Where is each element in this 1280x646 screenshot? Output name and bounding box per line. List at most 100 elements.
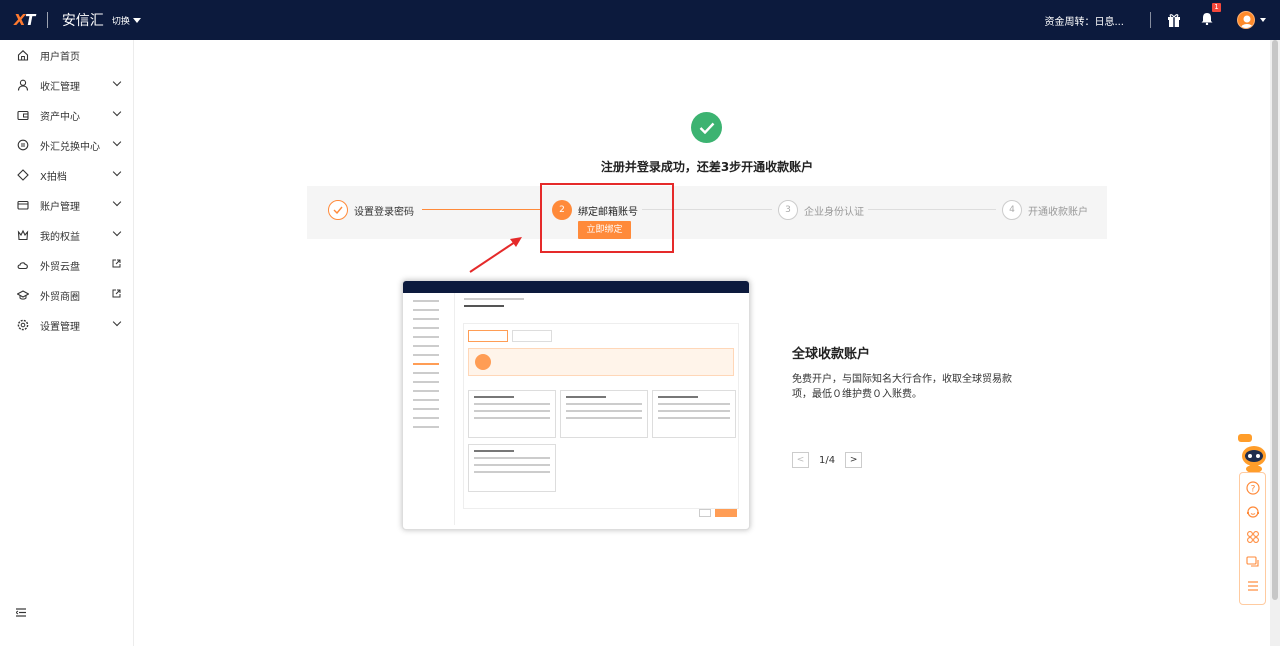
chevron-down-icon — [112, 227, 122, 237]
onboarding-steps: 设置登录密码 2 绑定邮箱账号 3 企业身份认证 4 开通收款账户 立即绑定 — [307, 186, 1107, 239]
top-navigation-bar: XT 安信汇 切换 资金周转：日息... 1 — [0, 0, 1280, 40]
mascot-icon[interactable] — [1238, 434, 1268, 477]
external-link-icon — [112, 289, 121, 301]
step-label: 绑定邮箱账号 — [578, 206, 638, 218]
sidebar-item-label: 设置管理 — [40, 321, 80, 333]
sidebar-item-label: 外汇兑换中心 — [40, 141, 100, 153]
page-scrollbar[interactable] — [1270, 40, 1280, 646]
caret-down-icon — [1260, 18, 1266, 22]
wallet-icon — [17, 109, 29, 121]
step-line-todo — [642, 209, 772, 210]
bind-now-button[interactable]: 立即绑定 — [578, 221, 631, 239]
feature-title: 全球收款账户 — [792, 347, 871, 362]
scrollbar-thumb[interactable] — [1272, 40, 1278, 600]
main-content: 注册并登录成功，还差3步开通收款账户 设置登录密码 2 绑定邮箱账号 3 企业身… — [134, 40, 1270, 646]
sidebar-item-label: 外贸商圈 — [40, 291, 80, 303]
home-icon — [17, 49, 29, 61]
chevron-down-icon — [112, 77, 122, 87]
feature-description: 免费开户，与国际知名大行合作，收取全球贸易款项，最低０维护费０入账费。 — [792, 374, 1012, 400]
user-menu[interactable] — [1237, 11, 1266, 29]
caret-down-icon — [132, 17, 141, 23]
avatar — [1237, 11, 1255, 29]
chevron-down-icon — [112, 137, 122, 147]
preview-sidebar — [407, 293, 455, 525]
exchange-icon — [17, 139, 29, 151]
sidebar-item-settings[interactable]: 设置管理 — [0, 310, 133, 340]
annotation-arrow-icon — [469, 237, 522, 273]
crown-icon — [17, 229, 29, 241]
sidebar-item-benefits[interactable]: 我的权益 — [0, 220, 133, 250]
step-open-account: 4 开通收款账户 — [1002, 200, 1088, 220]
gift-icon[interactable] — [1167, 13, 1181, 27]
success-title: 注册并登录成功，还差3步开通收款账户 — [600, 160, 814, 174]
sidebar-item-assets[interactable]: 资产中心 — [0, 100, 133, 130]
sidebar-item-cloud[interactable]: 外贸云盘 — [0, 250, 133, 280]
chevron-down-icon — [112, 167, 122, 177]
check-icon — [328, 200, 348, 220]
preview-body — [459, 293, 743, 525]
feature-pager: < 1/4 > — [792, 452, 863, 468]
sidebar-item-label: 外贸云盘 — [40, 261, 80, 273]
chat-icon[interactable] — [1245, 555, 1260, 572]
svg-text:?: ? — [1250, 484, 1255, 494]
step-label: 开通收款账户 — [1028, 206, 1088, 218]
chevron-down-icon — [112, 197, 122, 207]
bell-icon — [1201, 13, 1213, 26]
step-bind-email: 2 绑定邮箱账号 — [552, 200, 638, 220]
switch-label: 切换 — [111, 16, 130, 27]
preview-header — [403, 281, 749, 293]
sidebar-item-label: 资产中心 — [40, 111, 80, 123]
sidebar-item-xpartner[interactable]: X拍档 — [0, 160, 133, 190]
logo-t: T — [25, 11, 35, 29]
sidebar-item-account[interactable]: 账户管理 — [0, 190, 133, 220]
graduation-icon — [17, 289, 29, 301]
step-set-password: 设置登录密码 — [328, 200, 414, 220]
floating-toolbar: ? — [1239, 472, 1266, 605]
logo-x: X — [14, 11, 26, 29]
step-line-todo — [868, 209, 996, 210]
step-number: 4 — [1002, 200, 1022, 220]
prev-arrow: < — [796, 455, 805, 465]
customer-service-icon[interactable] — [1246, 505, 1260, 522]
external-link-icon — [112, 259, 121, 271]
header-actions: 资金周转：日息... 1 — [1044, 0, 1280, 40]
chevron-down-icon — [112, 107, 122, 117]
brand-name: 安信汇 — [61, 13, 104, 29]
cloud-icon — [17, 259, 29, 271]
step-enterprise-auth: 3 企业身份认证 — [778, 200, 864, 220]
sidebar-item-label: 收汇管理 — [40, 81, 80, 93]
collapse-sidebar-button[interactable] — [15, 606, 26, 620]
step-label: 企业身份认证 — [804, 206, 864, 218]
tag-icon — [17, 169, 29, 181]
switch-account-button[interactable]: 切换 — [112, 14, 141, 27]
notification-button[interactable]: 1 — [1201, 3, 1221, 28]
pager-next-button[interactable]: > — [845, 452, 863, 468]
fund-transfer-link[interactable]: 资金周转：日息... — [1044, 13, 1124, 28]
brand-logo[interactable]: XT — [14, 11, 35, 29]
help-icon[interactable]: ? — [1245, 481, 1260, 498]
sidebar-item-label: 账户管理 — [40, 201, 80, 213]
step-line-done — [422, 209, 542, 210]
apps-grid-icon[interactable] — [1246, 530, 1260, 547]
brand-separator — [46, 12, 48, 28]
sidebar-item-exchange[interactable]: 外汇兑换中心 — [0, 130, 133, 160]
header-separator — [1150, 12, 1151, 28]
sidebar-item-label: X拍档 — [40, 171, 67, 183]
card-icon — [17, 199, 29, 211]
menu-collapse-icon — [15, 608, 26, 617]
pager-prev-button[interactable]: < — [792, 452, 809, 468]
settings-icon — [17, 319, 29, 331]
sidebar-item-receipt[interactable]: 收汇管理 — [0, 70, 133, 100]
user-icon — [17, 79, 29, 91]
pager-text: 1/4 — [819, 454, 836, 466]
sidebar: 用户首页 收汇管理 资产中心 外汇兑换中心 X拍档 账户管理 我的权益 外贸云盘… — [0, 40, 134, 646]
feature-preview-image — [402, 280, 750, 530]
sidebar-item-home[interactable]: 用户首页 — [0, 40, 133, 70]
sidebar-item-label: 用户首页 — [40, 51, 80, 63]
step-label: 设置登录密码 — [354, 206, 414, 218]
step-number: 2 — [552, 200, 572, 220]
chevron-down-icon — [112, 317, 122, 327]
sidebar-item-business-circle[interactable]: 外贸商圈 — [0, 280, 133, 310]
next-arrow: > — [849, 455, 858, 465]
list-icon[interactable] — [1246, 579, 1260, 596]
